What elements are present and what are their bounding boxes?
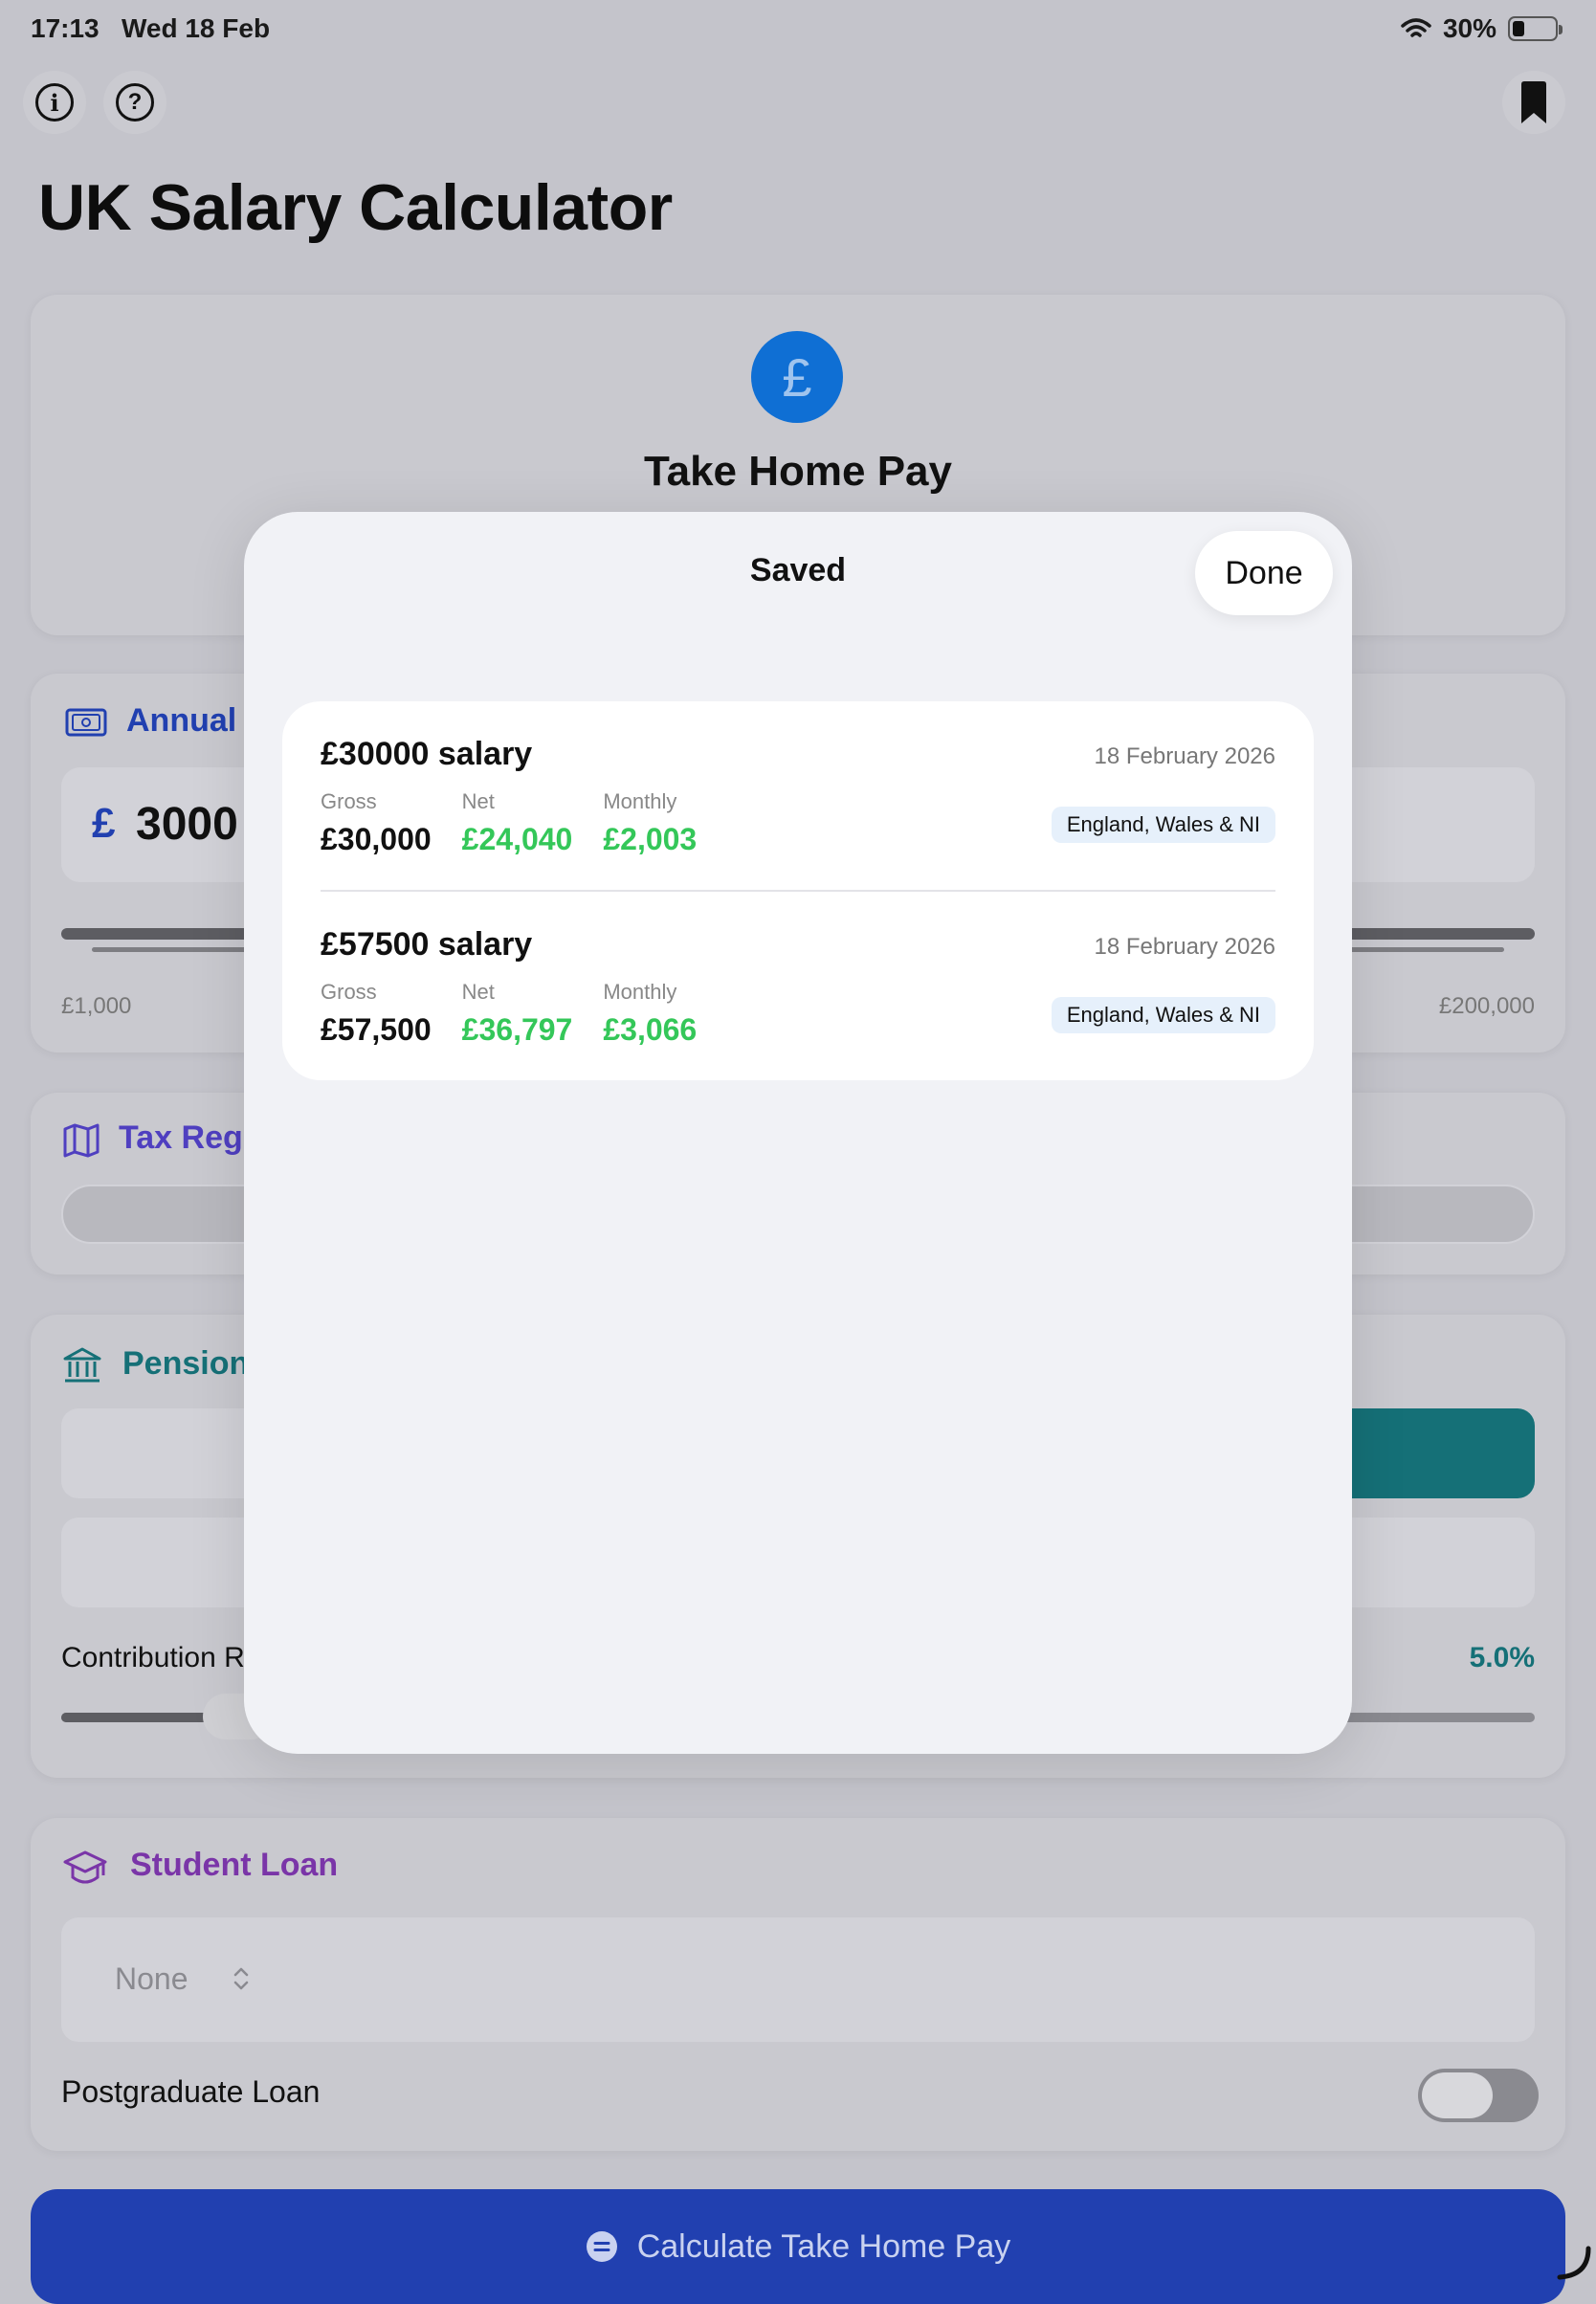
toggle-knob bbox=[1422, 2072, 1493, 2118]
pension-type-selected[interactable] bbox=[1351, 1408, 1535, 1498]
battery-percent: 30% bbox=[1442, 13, 1496, 43]
saved-item-title: £30000 salary bbox=[321, 736, 533, 772]
resize-handle-icon bbox=[1557, 2246, 1591, 2280]
bookmark-icon bbox=[1521, 81, 1546, 123]
page-title: UK Salary Calculator bbox=[38, 171, 673, 244]
done-button[interactable]: Done bbox=[1195, 531, 1333, 615]
hero-title: Take Home Pay bbox=[643, 448, 952, 495]
saved-item-stats: Gross £57,500 Net £36,797 Monthly £3,066 bbox=[321, 980, 697, 1048]
list-item[interactable]: £57500 salary 18 February 2026 Gross £57… bbox=[321, 890, 1275, 1080]
gross-stat: Gross £57,500 bbox=[321, 980, 432, 1047]
student-loan-label: Student Loan bbox=[130, 1847, 339, 1883]
monthly-stat: Monthly £2,003 bbox=[603, 789, 698, 856]
saved-item-title: £57500 salary bbox=[321, 926, 533, 963]
saved-sheet: Saved Done £30000 salary 18 February 202… bbox=[244, 512, 1352, 1754]
currency-symbol: £ bbox=[92, 800, 116, 847]
saved-item-date: 18 February 2026 bbox=[1094, 934, 1275, 960]
postgrad-loan-label: Postgraduate Loan bbox=[61, 2074, 321, 2109]
bank-icon bbox=[63, 1347, 101, 1383]
student-loan-card: Student Loan None Postgraduate Loan bbox=[31, 1818, 1565, 2151]
region-tag: England, Wales & NI bbox=[1051, 997, 1275, 1033]
battery-icon bbox=[1508, 16, 1563, 41]
calculate-label: Calculate Take Home Pay bbox=[636, 2227, 1011, 2265]
info-icon: i bbox=[35, 83, 74, 122]
annual-label: Annual bbox=[126, 702, 237, 739]
net-stat: Net £36,797 bbox=[461, 980, 573, 1047]
region-tag: England, Wales & NI bbox=[1051, 807, 1275, 843]
student-loan-selected: None bbox=[115, 1961, 188, 1996]
list-item[interactable]: £30000 salary 18 February 2026 Gross £30… bbox=[282, 701, 1314, 890]
postgrad-loan-toggle[interactable] bbox=[1418, 2069, 1539, 2122]
wifi-icon bbox=[1401, 18, 1431, 37]
help-icon: ? bbox=[116, 83, 154, 122]
pound-icon: £ bbox=[751, 331, 843, 423]
gross-stat: Gross £30,000 bbox=[321, 789, 432, 856]
sheet-title: Saved bbox=[749, 552, 847, 588]
saved-item-date: 18 February 2026 bbox=[1094, 743, 1275, 769]
contribution-label: Contribution R bbox=[61, 1642, 245, 1673]
student-loan-picker[interactable]: None bbox=[61, 1917, 1535, 2042]
tax-region-label: Tax Regi bbox=[119, 1119, 253, 1156]
bookmark-button[interactable] bbox=[1502, 71, 1565, 134]
pension-label: Pension bbox=[122, 1345, 250, 1382]
calculate-button[interactable]: Calculate Take Home Pay bbox=[31, 2189, 1565, 2304]
chevron-updown-icon bbox=[233, 1967, 249, 1990]
equals-circle-icon bbox=[586, 2231, 617, 2262]
status-bar: 17:13 Wed 18 Feb 30% bbox=[0, 0, 1596, 57]
help-button[interactable]: ? bbox=[103, 71, 166, 134]
saved-list: £30000 salary 18 February 2026 Gross £30… bbox=[282, 701, 1314, 1080]
contribution-value: 5.0% bbox=[1469, 1642, 1535, 1673]
battery-fill bbox=[1513, 21, 1524, 36]
status-time: 17:13 Wed 18 Feb bbox=[31, 13, 271, 43]
monthly-stat: Monthly £3,066 bbox=[603, 980, 698, 1047]
saved-item-stats: Gross £30,000 Net £24,040 Monthly £2,003 bbox=[321, 789, 697, 857]
slider-max-label: £200,000 bbox=[1438, 993, 1535, 1019]
info-button[interactable]: i bbox=[23, 71, 86, 134]
status-right: 30% bbox=[1401, 13, 1563, 44]
graduation-cap-icon bbox=[63, 1850, 107, 1884]
map-icon bbox=[63, 1123, 100, 1158]
banknote-icon bbox=[65, 708, 107, 737]
slider-min-label: £1,000 bbox=[61, 993, 132, 1019]
salary-value: 3000 bbox=[136, 799, 238, 850]
net-stat: Net £24,040 bbox=[461, 789, 573, 856]
